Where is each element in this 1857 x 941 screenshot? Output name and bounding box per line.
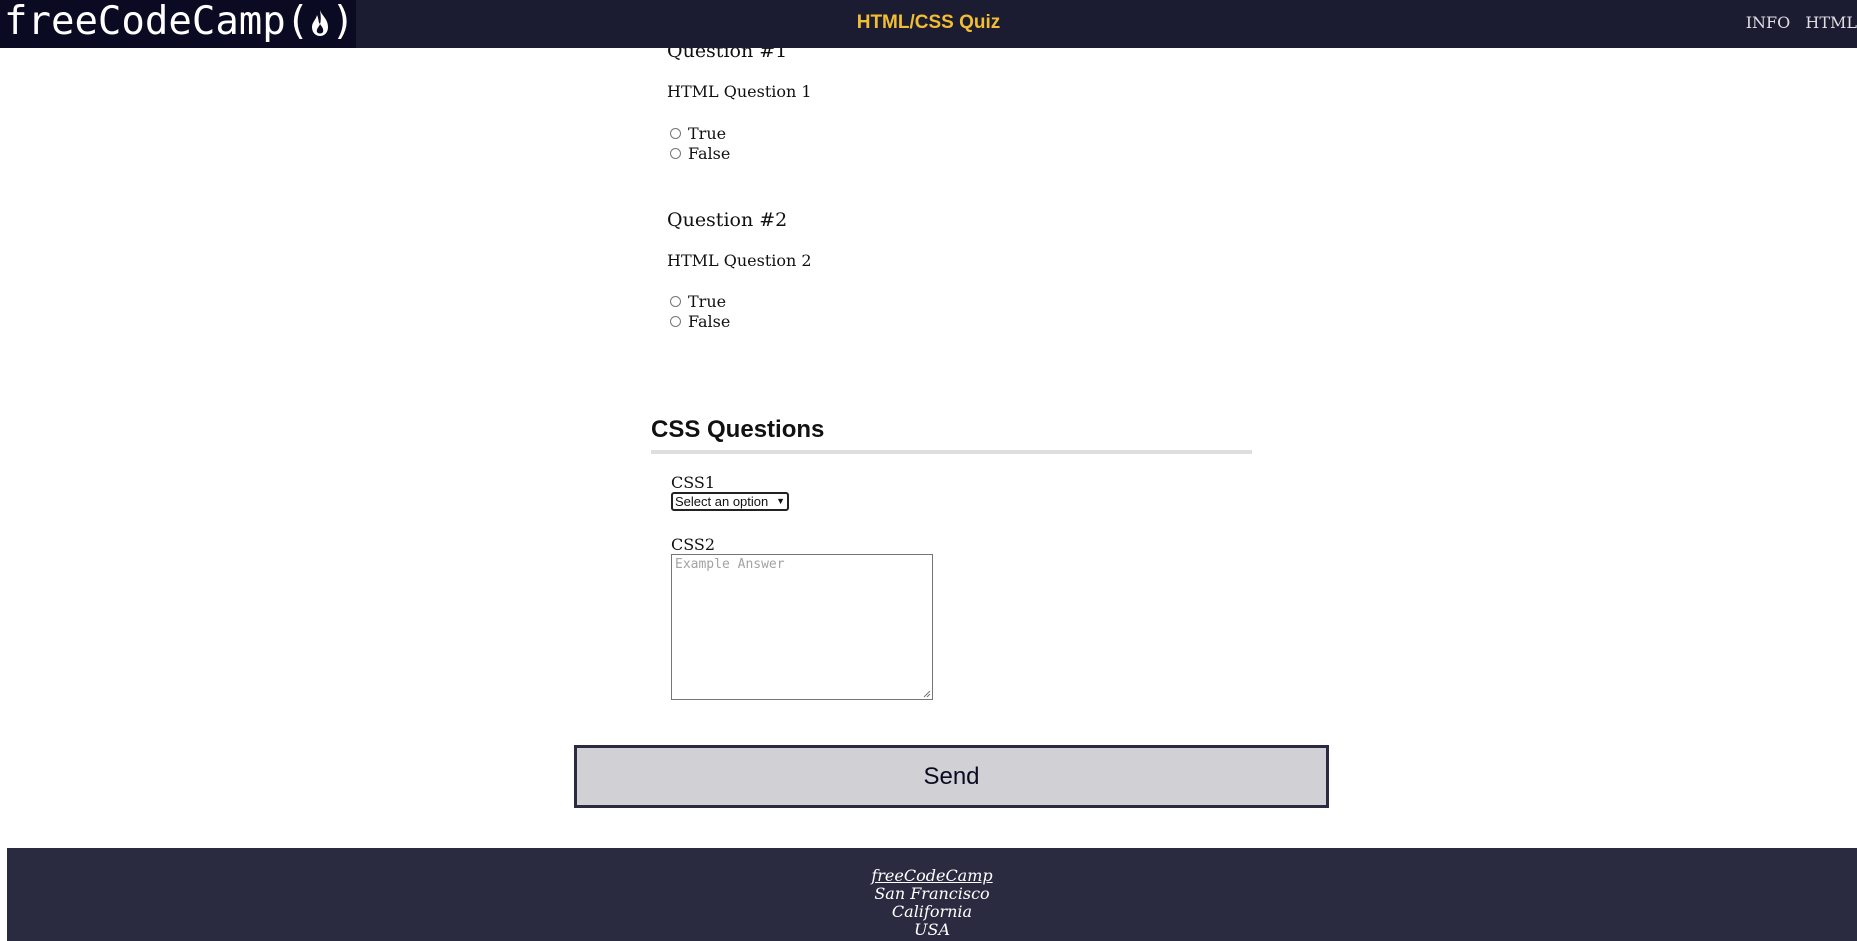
freecodecamp-logo[interactable]: freeCodeCamp(): [0, 0, 356, 48]
footer-link-freecodecamp[interactable]: freeCodeCamp: [871, 866, 992, 885]
option-label: False: [688, 143, 731, 163]
logo-close-paren: ): [331, 0, 355, 44]
nav-links: INFO HTML: [1736, 0, 1857, 46]
footer-state: California: [891, 902, 973, 921]
option-label: True: [688, 123, 727, 143]
top-navbar: freeCodeCamp() HTML/CSS Quiz INFO HTML: [0, 0, 1857, 48]
css2-textarea[interactable]: Example Answer: [671, 554, 933, 700]
question-2-option-true[interactable]: True: [670, 291, 726, 311]
chevron-down-icon: ▼: [776, 496, 785, 506]
section-heading-css: CSS Questions: [651, 416, 1252, 454]
footer-country: USA: [914, 920, 950, 939]
radio-button[interactable]: [670, 147, 681, 159]
css1-label: CSS1: [671, 473, 716, 492]
option-label: True: [688, 291, 727, 311]
footer: freeCodeCamp San Francisco California US…: [7, 848, 1857, 941]
question-2-text: HTML Question 2: [667, 251, 812, 270]
textarea-placeholder: Example Answer: [675, 557, 785, 572]
select-value: Select an option: [675, 494, 769, 509]
send-button[interactable]: Send: [574, 745, 1329, 808]
question-1-text: HTML Question 1: [667, 82, 812, 101]
question-2-title: Question #2: [667, 209, 788, 231]
radio-button[interactable]: [670, 295, 681, 307]
footer-city: San Francisco: [874, 884, 990, 903]
css2-label: CSS2: [671, 535, 716, 554]
resize-handle-icon[interactable]: [923, 690, 931, 698]
question-1-option-true[interactable]: True: [670, 123, 726, 143]
css1-select[interactable]: Select an option ▼: [671, 492, 789, 511]
radio-button[interactable]: [670, 315, 681, 327]
logo-text: freeCodeCamp(: [4, 0, 310, 44]
nav-link-info[interactable]: INFO: [1746, 13, 1791, 32]
question-1-option-false[interactable]: False: [670, 143, 730, 163]
option-label: False: [688, 311, 731, 331]
flame-icon: [312, 10, 329, 36]
question-2-option-false[interactable]: False: [670, 311, 730, 331]
nav-link-html[interactable]: HTML: [1805, 13, 1857, 32]
radio-button[interactable]: [670, 127, 681, 139]
